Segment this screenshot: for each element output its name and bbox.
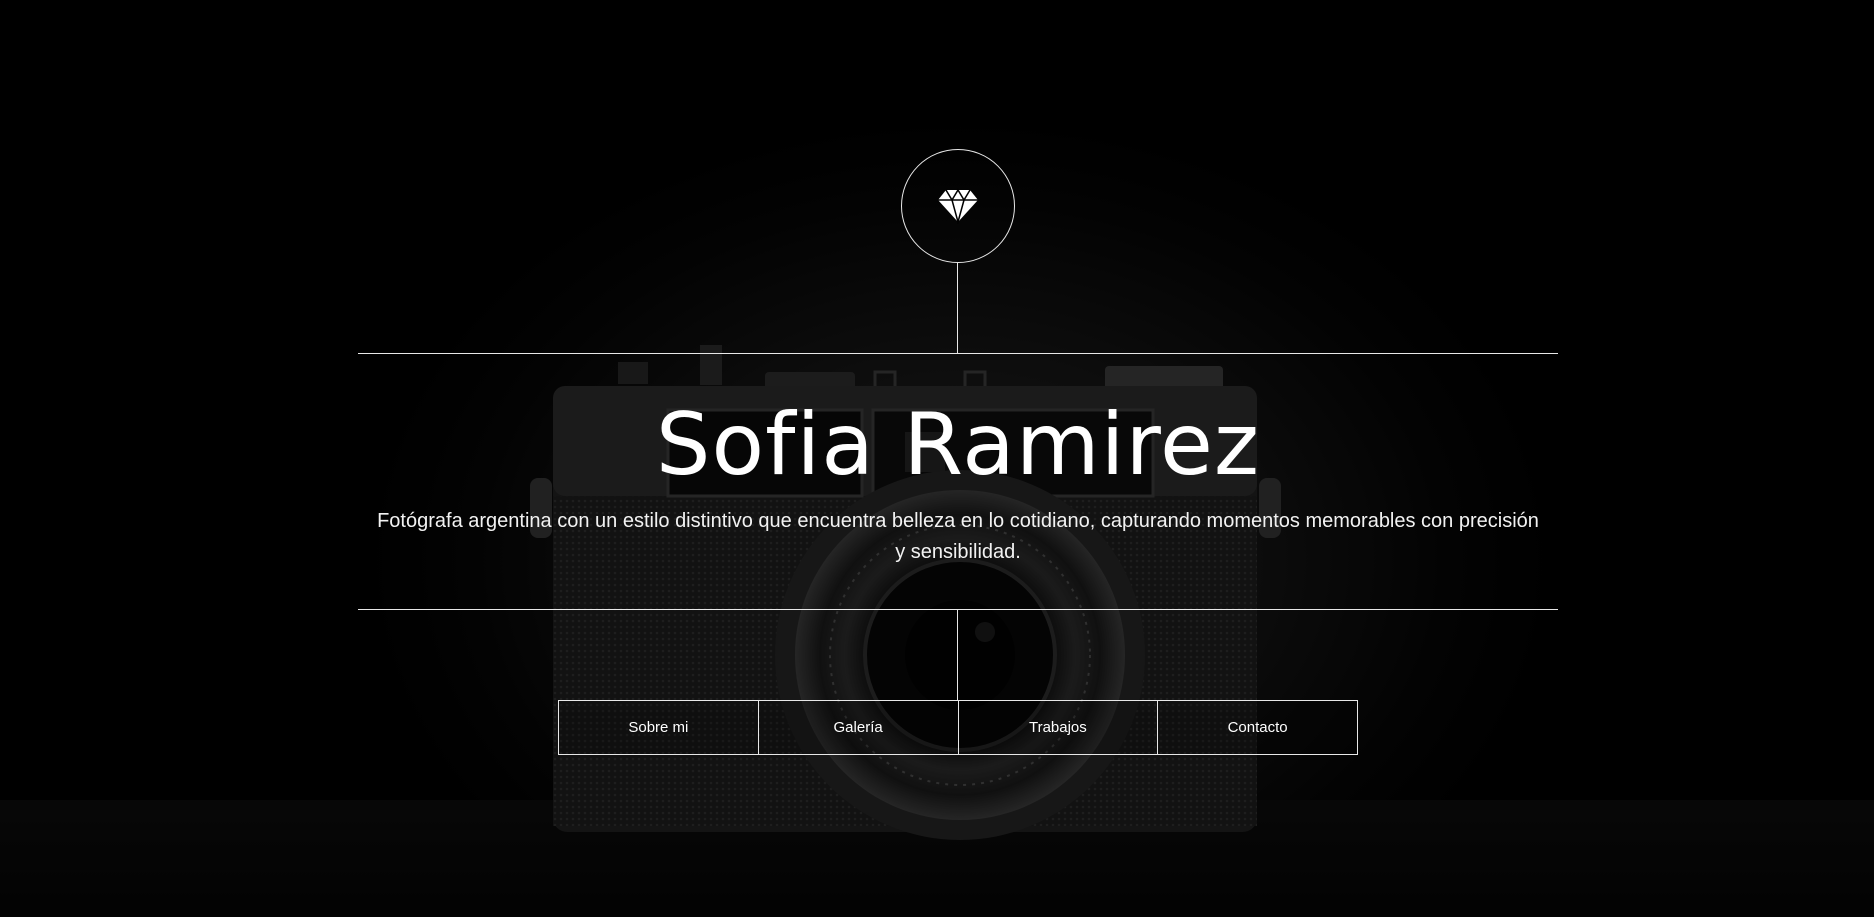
logo-badge [901, 149, 1015, 263]
hero-section: Sofia Ramirez Fotógrafa argentina con un… [0, 0, 1874, 917]
main-nav: Sobre mi Galería Trabajos Contacto [558, 700, 1358, 755]
nav-item-contacto[interactable]: Contacto [1157, 700, 1358, 755]
divider-vertical-bottom [957, 610, 958, 700]
nav-item-sobre-mi[interactable]: Sobre mi [558, 700, 759, 755]
divider-horizontal-top [358, 353, 1558, 354]
nav-item-trabajos[interactable]: Trabajos [957, 700, 1159, 755]
nav-item-galeria[interactable]: Galería [757, 700, 959, 755]
page-title: Sofia Ramirez [655, 395, 1261, 495]
diamond-icon [938, 188, 978, 224]
page-subtitle: Fotógrafa argentina con un estilo distin… [377, 510, 1539, 563]
divider-horizontal-bottom [358, 609, 1558, 610]
divider-vertical-top [957, 263, 958, 353]
